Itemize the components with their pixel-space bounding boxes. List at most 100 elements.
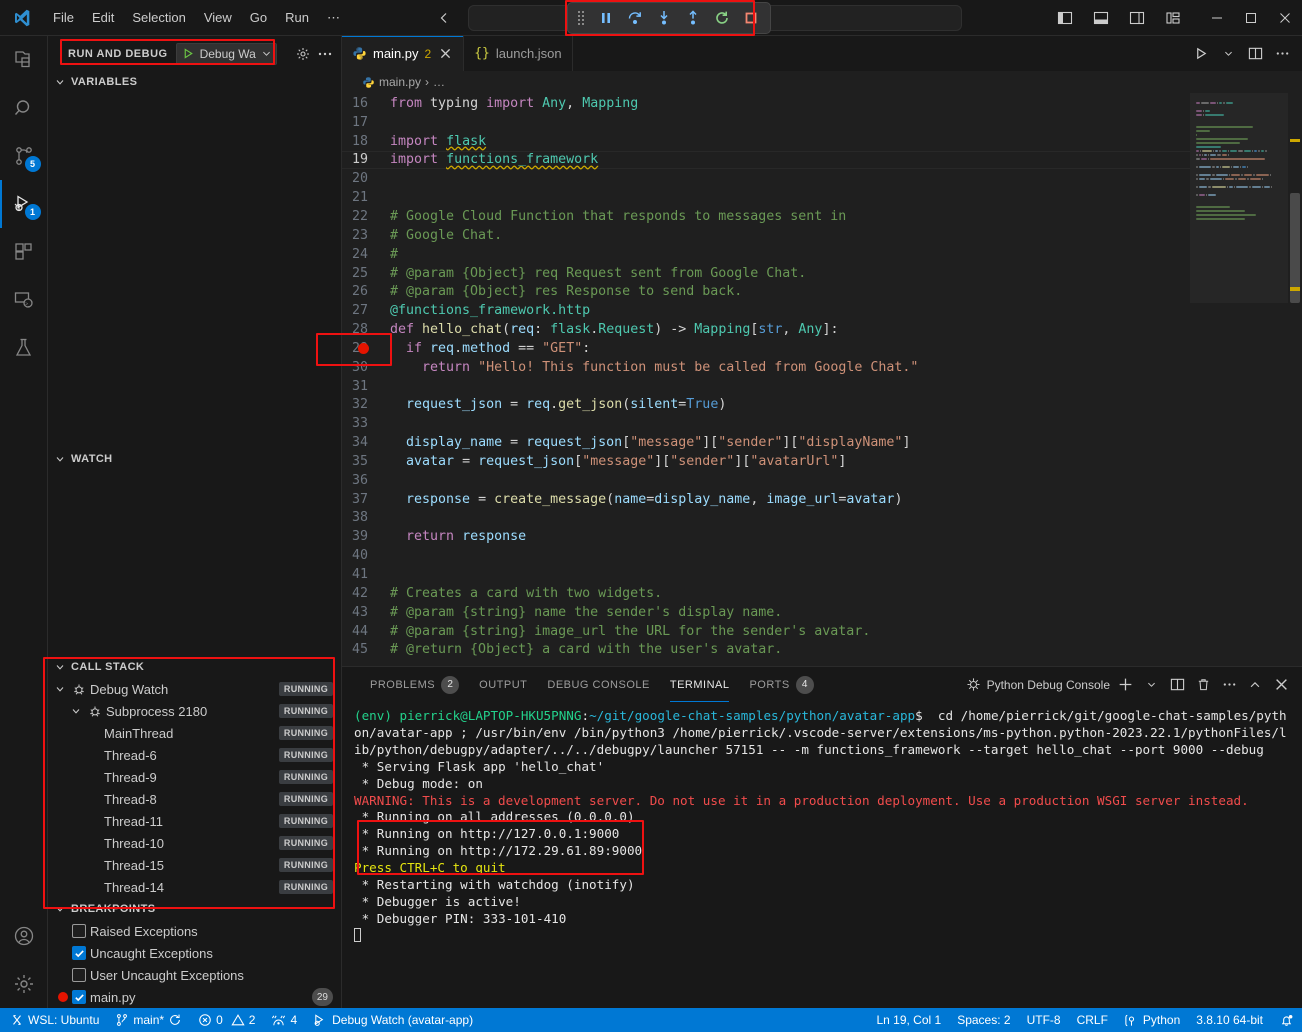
code-line[interactable]: 33 (342, 414, 1190, 433)
breakpoints-section-header[interactable]: BREAKPOINTS (48, 898, 341, 920)
code-line[interactable]: 39 return response (342, 527, 1190, 546)
status-python-interpreter[interactable]: 3.8.10 64-bit (1188, 1008, 1271, 1032)
menu-edit[interactable]: Edit (83, 6, 123, 29)
terminal-output-area[interactable]: (env) pierrick@LAPTOP-HKU5PNNG:~/git/goo… (342, 702, 1302, 1008)
breakpoint-row[interactable]: Uncaught Exceptions (48, 942, 341, 964)
toggle-primary-sidebar-icon[interactable] (1048, 1, 1082, 35)
status-ports[interactable]: 4 (263, 1008, 305, 1032)
go-back-icon[interactable] (436, 10, 452, 26)
minimap[interactable] (1190, 93, 1302, 666)
menu-go[interactable]: Go (241, 6, 276, 29)
kill-terminal-button[interactable] (1192, 674, 1214, 696)
code-line[interactable]: 16from typing import Any, Mapping (342, 94, 1190, 113)
call-stack-row[interactable]: Thread-10RUNNING (48, 832, 341, 854)
code-line[interactable]: 40 (342, 546, 1190, 565)
step-out-button[interactable] (680, 6, 706, 30)
editor-breakpoint-dot-icon[interactable] (358, 343, 369, 354)
call-stack-row[interactable]: Subprocess 2180RUNNING (48, 700, 341, 722)
code-line[interactable]: 37 response = create_message(name=displa… (342, 490, 1190, 509)
activity-source-control-icon[interactable]: 5 (0, 132, 48, 180)
breadcrumb-file[interactable]: main.py (379, 75, 421, 89)
tab-main-py[interactable]: main.py 2 (342, 36, 464, 71)
toggle-panel-icon[interactable] (1084, 1, 1118, 35)
breakpoint-checkbox[interactable] (72, 924, 86, 938)
run-python-file-button[interactable] (1189, 42, 1213, 66)
breakpoint-checkbox[interactable] (72, 968, 86, 982)
code-line[interactable]: 44# @param {string} image_url the URL fo… (342, 622, 1190, 641)
code-line[interactable]: 24# (342, 245, 1190, 264)
tab-debug-console[interactable]: DEBUG CONSOLE (537, 667, 659, 702)
code-line[interactable]: 27@functions_framework.http (342, 301, 1190, 320)
call-stack-row[interactable]: Thread-6RUNNING (48, 744, 341, 766)
breadcrumb[interactable]: main.py › … (342, 71, 1302, 93)
breakpoint-checkbox[interactable] (72, 946, 86, 960)
terminal-dropdown-button[interactable] (1140, 674, 1162, 696)
call-stack-row[interactable]: Debug WatchRUNNING (48, 678, 341, 700)
tab-output[interactable]: OUTPUT (469, 667, 537, 702)
activity-testing-icon[interactable] (0, 324, 48, 372)
activity-search-icon[interactable] (0, 84, 48, 132)
open-launch-settings-icon[interactable] (295, 46, 311, 62)
code-viewport[interactable]: 16from typing import Any, Mapping1718imp… (342, 93, 1190, 666)
split-terminal-button[interactable] (1166, 674, 1188, 696)
editor-more-actions-button[interactable] (1270, 42, 1294, 66)
chevron-down-icon[interactable] (68, 705, 84, 717)
code-line[interactable]: 30 return "Hello! This function must be … (342, 358, 1190, 377)
variables-section-header[interactable]: VARIABLES (48, 71, 341, 93)
status-debug-session[interactable]: Debug Watch (avatar-app) (305, 1008, 481, 1032)
window-minimize-button[interactable] (1200, 1, 1234, 35)
start-debugging-icon[interactable] (182, 47, 195, 60)
code-line[interactable]: 45# @return {Object} a card with the use… (342, 640, 1190, 659)
customize-layout-icon[interactable] (1156, 1, 1190, 35)
menu-bar[interactable]: File Edit Selection View Go Run ⋯ (44, 6, 349, 30)
code-line[interactable]: 42# Creates a card with two widgets. (342, 584, 1190, 603)
step-over-button[interactable] (622, 6, 648, 30)
code-line[interactable]: 21 (342, 188, 1190, 207)
call-stack-row[interactable]: Thread-11RUNNING (48, 810, 341, 832)
tab-ports[interactable]: PORTS 4 (739, 667, 823, 702)
tab-launch-json[interactable]: {} launch.json (464, 36, 572, 71)
activity-extensions-icon[interactable] (0, 228, 48, 276)
panel-more-actions-button[interactable] (1218, 674, 1240, 696)
menu-file[interactable]: File (44, 6, 83, 29)
status-language-mode[interactable]: Python (1116, 1008, 1188, 1032)
breakpoint-row[interactable]: User Uncaught Exceptions (48, 964, 341, 986)
breakpoint-row[interactable]: Raised Exceptions (48, 920, 341, 942)
maximize-panel-button[interactable] (1244, 674, 1266, 696)
call-stack-row[interactable]: Thread-14RUNNING (48, 876, 341, 898)
code-line[interactable]: 29 if req.method == "GET": (342, 339, 1190, 358)
editor-scrollbar[interactable] (1288, 93, 1302, 666)
code-line[interactable]: 31 (342, 377, 1190, 396)
code-line[interactable]: 17 (342, 113, 1190, 132)
manage-settings-gear-icon[interactable] (0, 960, 48, 1008)
tab-terminal[interactable]: TERMINAL (660, 667, 740, 702)
toggle-secondary-sidebar-icon[interactable] (1120, 1, 1154, 35)
call-stack-row[interactable]: Thread-9RUNNING (48, 766, 341, 788)
watch-section-header[interactable]: WATCH (48, 448, 341, 470)
close-panel-button[interactable] (1270, 674, 1292, 696)
drag-handle-icon[interactable] (574, 11, 588, 25)
code-line[interactable]: 35 avatar = request_json["message"]["sen… (342, 452, 1190, 471)
menu-more[interactable]: ⋯ (318, 6, 349, 30)
pause-button[interactable] (593, 6, 619, 30)
new-terminal-button[interactable] (1114, 674, 1136, 696)
code-line[interactable]: 41 (342, 565, 1190, 584)
code-line[interactable]: 26# @param {Object} res Response to send… (342, 282, 1190, 301)
sidebar-more-actions-icon[interactable] (317, 46, 333, 62)
split-editor-button[interactable] (1243, 42, 1267, 66)
activity-run-and-debug-icon[interactable]: 1 (0, 180, 48, 228)
code-line[interactable]: 19import functions_framework (342, 151, 1190, 170)
code-line[interactable]: 18import flask (342, 132, 1190, 151)
chevron-down-icon[interactable] (261, 48, 272, 59)
status-problems[interactable]: 0 2 (190, 1008, 263, 1032)
call-stack-row[interactable]: MainThreadRUNNING (48, 722, 341, 744)
stop-button[interactable] (738, 6, 764, 30)
code-line[interactable]: 20 (342, 169, 1190, 188)
status-remote-indicator[interactable]: WSL: Ubuntu (0, 1008, 107, 1032)
call-stack-row[interactable]: Thread-15RUNNING (48, 854, 341, 876)
chevron-down-icon[interactable] (52, 683, 68, 695)
code-line[interactable]: 34 display_name = request_json["message"… (342, 433, 1190, 452)
status-encoding[interactable]: UTF-8 (1019, 1008, 1069, 1032)
code-line[interactable]: 28def hello_chat(req: flask.Request) -> … (342, 320, 1190, 339)
menu-view[interactable]: View (195, 6, 241, 29)
